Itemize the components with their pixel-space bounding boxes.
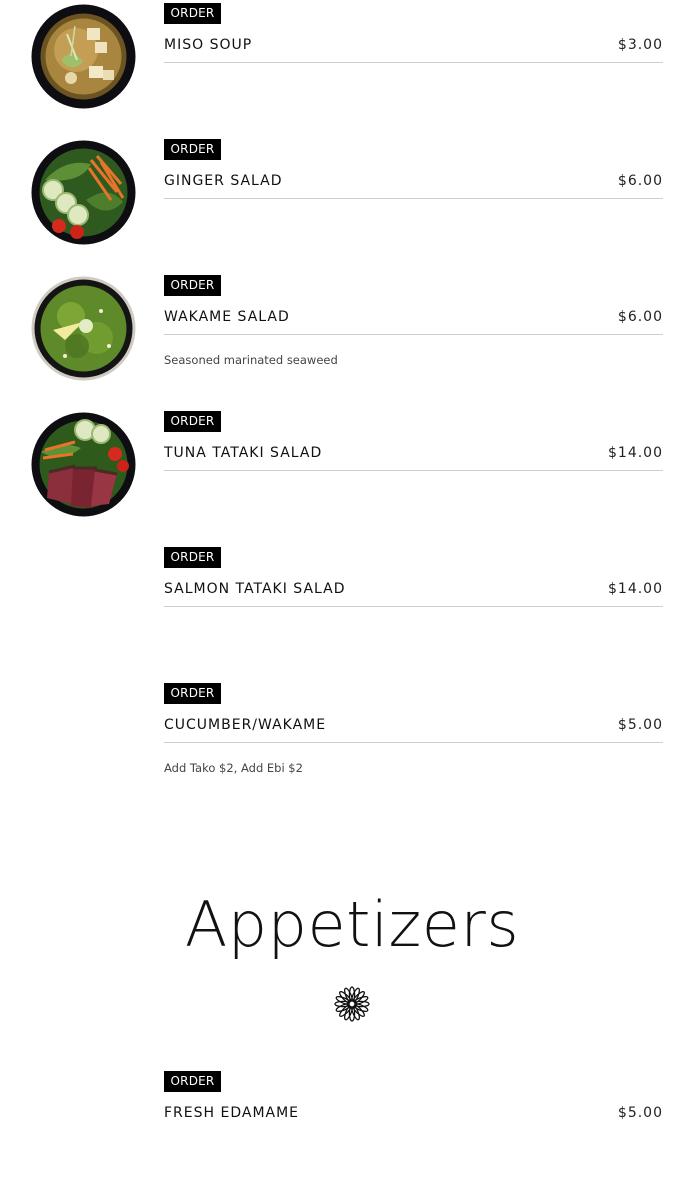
item-name: WAKAME SALAD	[164, 309, 290, 325]
item-price: $5.00	[617, 717, 663, 733]
item-price: $3.00	[617, 37, 663, 53]
item-price: $5.00	[617, 1105, 663, 1121]
menu-item-miso-soup: ORDER MISO SOUP $3.00	[0, 0, 685, 136]
order-button[interactable]: ORDER	[164, 275, 221, 296]
ginger-salad-photo	[31, 140, 136, 245]
flower-ornament-icon	[332, 984, 372, 1024]
menu-item-cucumber-wakame: ORDER CUCUMBER/WAKAME $5.00 Add Tako $2,…	[0, 680, 685, 816]
item-name: TUNA TATAKI SALAD	[164, 445, 323, 461]
divider	[164, 62, 663, 63]
item-description: Add Tako $2, Add Ebi $2	[164, 761, 303, 775]
order-button[interactable]: ORDER	[164, 3, 221, 24]
item-description: Seasoned marinated seaweed	[164, 353, 338, 367]
menu-item-wakame-salad: ORDER WAKAME SALAD $6.00 Seasoned marina…	[0, 272, 685, 408]
item-price: $6.00	[617, 173, 663, 189]
tuna-tataki-salad-photo	[31, 412, 136, 517]
order-button[interactable]: ORDER	[164, 683, 221, 704]
item-price: $6.00	[617, 309, 663, 325]
menu-item-salmon-tataki-salad: ORDER SALMON TATAKI SALAD $14.00	[0, 544, 685, 680]
divider	[164, 334, 663, 335]
menu-item-ginger-salad: ORDER GINGER SALAD $6.00	[0, 136, 685, 272]
wakame-salad-photo	[31, 276, 136, 381]
item-name: SALMON TATAKI SALAD	[164, 581, 346, 597]
divider	[164, 470, 663, 471]
miso-soup-photo	[31, 4, 136, 109]
divider	[164, 742, 663, 743]
order-button[interactable]: ORDER	[164, 139, 221, 160]
menu-item-fresh-edamame: ORDER FRESH EDAMAME $5.00	[0, 1068, 685, 1204]
order-button[interactable]: ORDER	[164, 1071, 221, 1092]
divider	[164, 606, 663, 607]
item-name: CUCUMBER/WAKAME	[164, 717, 327, 733]
item-price: $14.00	[608, 581, 663, 597]
section-title-appetizers: Appetizers	[184, 888, 520, 961]
item-price: $14.00	[608, 445, 663, 461]
divider	[164, 198, 663, 199]
item-name: FRESH EDAMAME	[164, 1105, 300, 1121]
order-button[interactable]: ORDER	[164, 547, 221, 568]
menu-item-tuna-tataki-salad: ORDER TUNA TATAKI SALAD $14.00	[0, 408, 685, 544]
item-name: MISO SOUP	[164, 37, 253, 53]
item-name: GINGER SALAD	[164, 173, 283, 189]
order-button[interactable]: ORDER	[164, 411, 221, 432]
